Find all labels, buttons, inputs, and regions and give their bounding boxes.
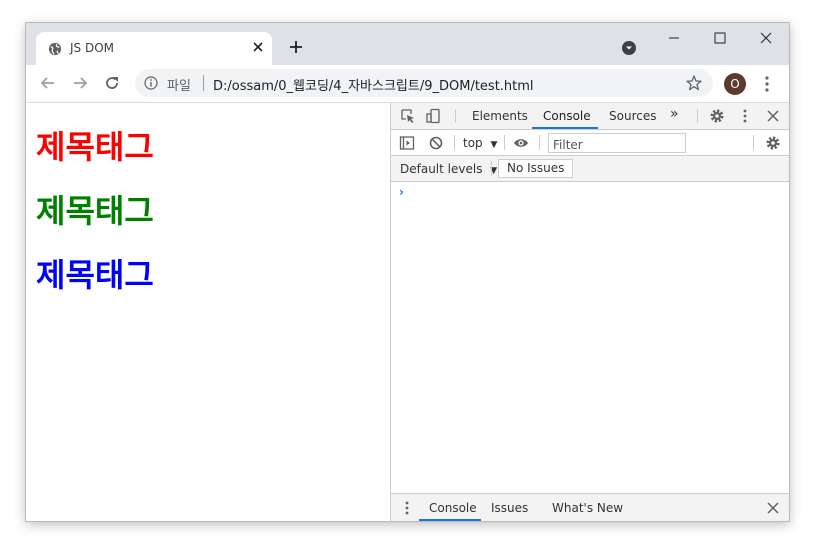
page-content: 제목태그 제목태그 제목태그 <box>26 103 390 521</box>
devtools-drawer: Console Issues What's New <box>391 493 789 521</box>
console-settings-icon[interactable] <box>765 135 781 151</box>
toolbar-divider <box>454 135 455 150</box>
devtools-panel: Elements Console Sources » top ▼ Filter … <box>390 103 789 521</box>
console-prompt-icon: › <box>399 185 404 199</box>
active-tab-underline <box>532 127 598 129</box>
log-levels-label: Default levels <box>400 162 483 176</box>
context-label: top <box>463 136 483 150</box>
chevron-down-circle-icon[interactable] <box>622 41 636 55</box>
toolbar-divider <box>504 135 505 150</box>
kebab-menu-icon[interactable] <box>760 73 774 95</box>
heading-green: 제목태그 <box>36 192 154 230</box>
tab-sources[interactable]: Sources <box>609 109 656 123</box>
browser-toolbar: 파일 D:/ossam/0_웹코딩/4_자바스크립트/9_DOM/test.ht… <box>26 65 789 103</box>
info-icon[interactable] <box>144 76 158 90</box>
url-text[interactable]: D:/ossam/0_웹코딩/4_자바스크립트/9_DOM/test.html <box>213 75 534 94</box>
toolbar-divider <box>753 135 754 150</box>
drawer-tab-whats-new[interactable]: What's New <box>552 501 623 515</box>
inspect-element-icon[interactable] <box>400 108 416 124</box>
heading-red: 제목태그 <box>36 128 154 166</box>
browser-window: JS DOM 파일 D:/ossam/0_웹코딩/4_자바스크립트/9_DOM/… <box>26 23 789 521</box>
plus-icon[interactable] <box>286 37 306 57</box>
devtools-tab-bar: Elements Console Sources » <box>391 103 789 130</box>
toolbar-divider <box>697 109 698 123</box>
more-tabs-icon[interactable]: » <box>670 106 679 122</box>
profile-avatar[interactable]: O <box>724 73 746 95</box>
clear-console-icon[interactable] <box>428 135 444 151</box>
heading-blue: 제목태그 <box>36 256 154 294</box>
minimize-icon[interactable] <box>654 29 694 47</box>
console-toolbar: top ▼ <box>391 130 789 156</box>
arrow-right-icon[interactable] <box>70 73 90 93</box>
window-close-icon[interactable] <box>746 29 786 47</box>
filter-field[interactable] <box>548 133 686 154</box>
globe-icon <box>48 42 62 56</box>
drawer-tab-console[interactable]: Console <box>429 501 477 515</box>
browser-tab[interactable]: JS DOM <box>36 32 272 65</box>
issues-button[interactable]: No Issues <box>498 159 574 178</box>
maximize-icon[interactable] <box>700 29 740 47</box>
settings-gear-icon[interactable] <box>709 108 725 124</box>
devtools-close-icon[interactable] <box>765 108 781 124</box>
omnibox-divider <box>203 75 204 91</box>
sidebar-toggle-icon[interactable] <box>399 135 415 151</box>
context-selector[interactable]: top ▼ <box>463 136 497 150</box>
device-toggle-icon[interactable] <box>425 108 441 124</box>
filter-input[interactable] <box>549 136 685 154</box>
toolbar-divider <box>455 109 456 123</box>
scheme-label: 파일 <box>167 79 191 94</box>
devtools-menu-icon[interactable] <box>737 108 753 124</box>
close-icon[interactable] <box>250 39 266 55</box>
tab-title: JS DOM <box>70 41 115 55</box>
dropdown-arrow-icon: ▼ <box>490 140 498 150</box>
drawer-tab-issues[interactable]: Issues <box>491 501 528 515</box>
star-icon[interactable] <box>685 74 703 92</box>
title-bar: JS DOM <box>26 23 789 65</box>
console-levels-bar: Default levels ▼ No Issues <box>391 156 789 182</box>
drawer-menu-icon[interactable] <box>399 500 415 516</box>
drawer-active-underline <box>419 519 481 521</box>
eye-icon[interactable] <box>513 135 529 151</box>
log-levels-dropdown[interactable]: Default levels ▼ <box>400 162 497 176</box>
reload-icon[interactable] <box>102 73 122 93</box>
console-output[interactable]: › <box>391 182 789 492</box>
tab-elements[interactable]: Elements <box>472 109 528 123</box>
toolbar-divider <box>539 135 540 150</box>
tab-console[interactable]: Console <box>543 109 591 123</box>
toolbar-divider <box>491 161 492 176</box>
address-bar[interactable]: 파일 D:/ossam/0_웹코딩/4_자바스크립트/9_DOM/test.ht… <box>135 69 713 97</box>
drawer-close-icon[interactable] <box>765 500 781 516</box>
arrow-left-icon[interactable] <box>38 73 58 93</box>
